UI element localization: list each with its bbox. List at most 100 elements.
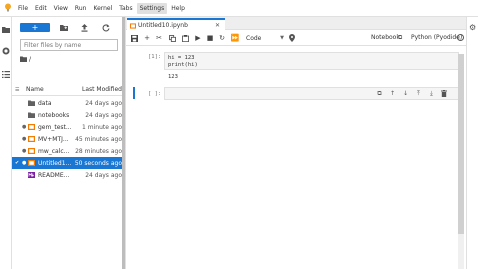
stop-icon[interactable]: ■: [206, 34, 214, 42]
move-down-icon[interactable]: ↓: [402, 90, 409, 97]
list-item[interactable]: ✔ ● Untitled1... 50 seconds ago: [12, 157, 122, 169]
new-launcher-button[interactable]: +: [20, 23, 50, 32]
copy-icon[interactable]: [168, 34, 176, 42]
move-up-icon[interactable]: ↑: [389, 90, 396, 97]
code-line: print(hi): [168, 62, 198, 68]
notebook-label[interactable]: Notebook: [371, 34, 400, 41]
file-modified: 24 days ago: [85, 171, 122, 179]
restart-run-all-icon[interactable]: ⏩: [231, 34, 240, 42]
file-modified: 28 minutes ago: [75, 147, 122, 155]
insert-below-icon[interactable]: ⤓: [428, 90, 435, 97]
paste-icon[interactable]: [181, 34, 189, 42]
cell-output: 123: [168, 74, 178, 80]
insert-cell-icon[interactable]: +: [143, 34, 151, 42]
property-inspector-icon[interactable]: ⚙: [469, 23, 476, 32]
delete-cell-icon[interactable]: [440, 90, 447, 97]
menu-settings[interactable]: Settings: [136, 2, 168, 14]
file-name: gem_test...: [38, 123, 72, 131]
list-item[interactable]: ● mw_calc... 28 minutes ago: [12, 145, 122, 157]
column-modified-header[interactable]: Last Modified: [82, 86, 122, 93]
file-browser-panel: + Filter files by name / ☰ Name Last Mod…: [12, 17, 122, 269]
file-browser-toolbar: +: [12, 17, 122, 37]
folder-icon[interactable]: [2, 25, 10, 33]
menu-tabs[interactable]: Tabs: [116, 3, 135, 14]
scrollbar-thumb[interactable]: [458, 54, 464, 234]
file-name: Untitled1...: [38, 159, 72, 167]
code-line: hi = 123: [168, 55, 195, 61]
file-modified: 1 minute ago: [82, 123, 122, 131]
filter-files-input[interactable]: Filter files by name: [20, 39, 118, 51]
tab-label: Untitled10.ipynb: [138, 21, 188, 29]
save-icon[interactable]: [130, 34, 138, 42]
duplicate-cell-icon[interactable]: ⧉: [376, 90, 383, 97]
tab-notebook[interactable]: Untitled10.ipynb ✕: [127, 18, 225, 30]
restart-icon[interactable]: ↻: [218, 34, 226, 42]
file-modified: 45 minutes ago: [75, 135, 122, 143]
active-cell-marker: [133, 87, 135, 99]
running-dot-icon: ●: [22, 124, 27, 130]
table-of-contents-icon[interactable]: [2, 70, 10, 78]
file-name: mw_calc...: [38, 147, 70, 155]
list-item[interactable]: notebooks 24 days ago: [12, 109, 122, 121]
menu-edit[interactable]: Edit: [32, 3, 50, 14]
debugger-icon[interactable]: [288, 34, 296, 42]
breadcrumb-root[interactable]: /: [29, 56, 31, 63]
new-folder-icon[interactable]: [59, 23, 68, 32]
running-icon[interactable]: [2, 47, 10, 55]
cut-icon[interactable]: ✂: [155, 34, 163, 42]
tab-bar: Untitled10.ipynb ✕: [126, 17, 467, 30]
notebook-icon: [130, 23, 136, 29]
notebook-toolbar: + ✂ ▶ ■ ↻ ⏩ Code ▼ Notebook ⧉ Python (Py…: [126, 30, 467, 46]
file-name: notebooks: [38, 111, 70, 119]
file-list-header: ☰ Name Last Modified: [12, 84, 122, 96]
menu-bar: File Edit View Run Kernel Tabs Settings …: [0, 0, 478, 17]
code-cell-editor[interactable]: hi = 123 print(hi): [164, 52, 459, 70]
cell-prompt: [1]:: [148, 54, 162, 60]
file-modified: 50 seconds ago: [74, 159, 122, 167]
folder-icon: [28, 112, 35, 118]
refresh-icon[interactable]: [101, 23, 110, 32]
file-modified: 24 days ago: [85, 111, 122, 119]
file-name: data: [38, 99, 52, 107]
list-item[interactable]: data 24 days ago: [12, 97, 122, 109]
menu-kernel[interactable]: Kernel: [90, 3, 115, 14]
insert-above-icon[interactable]: ⤒: [415, 90, 422, 97]
list-item[interactable]: ● MV+MTJ... 45 minutes ago: [12, 133, 122, 145]
file-name: README...: [38, 171, 70, 179]
notebook-icon: [28, 160, 35, 166]
notebook-icon: [28, 124, 35, 130]
column-name-header[interactable]: Name: [26, 86, 44, 93]
kernel-name[interactable]: Python (Pyodide): [411, 34, 462, 41]
jupyter-logo-icon: [1, 0, 15, 17]
notebook-scrollbar[interactable]: [458, 54, 464, 269]
notebook-icon: [28, 148, 35, 154]
home-folder-icon[interactable]: [20, 56, 27, 64]
checkmark-icon: ✔: [15, 160, 20, 166]
menu-file[interactable]: File: [15, 3, 31, 14]
running-dot-icon: ●: [22, 160, 27, 166]
left-activity-bar: [0, 17, 12, 269]
notebook-panel: Untitled10.ipynb ✕ + ✂ ▶ ■ ↻ ⏩ Code ▼ No…: [125, 17, 467, 269]
markdown-icon: [28, 172, 35, 178]
kernel-status-icon: [457, 34, 464, 41]
cell-type-dropdown[interactable]: Code ▼: [246, 34, 284, 42]
sort-arrow-icon: ☰: [15, 86, 20, 93]
right-activity-bar: ⚙: [466, 17, 478, 269]
close-icon[interactable]: ✕: [215, 22, 220, 29]
breadcrumb: /: [20, 55, 31, 64]
menu-view[interactable]: View: [51, 3, 71, 14]
external-link-icon[interactable]: ⧉: [398, 34, 402, 42]
cell-prompt: [ ]:: [148, 91, 162, 97]
chevron-down-icon: ▼: [280, 35, 284, 41]
list-item[interactable]: README... 24 days ago: [12, 169, 122, 181]
running-dot-icon: ●: [22, 148, 27, 154]
menu-help[interactable]: Help: [168, 3, 188, 14]
upload-icon[interactable]: [80, 23, 89, 32]
run-icon[interactable]: ▶: [194, 34, 202, 42]
notebook-icon: [28, 136, 35, 142]
list-item[interactable]: ● gem_test... 1 minute ago: [12, 121, 122, 133]
file-modified: 24 days ago: [85, 99, 122, 107]
menu-run[interactable]: Run: [72, 3, 90, 14]
running-dot-icon: ●: [22, 136, 27, 142]
file-name: MV+MTJ...: [38, 135, 69, 143]
